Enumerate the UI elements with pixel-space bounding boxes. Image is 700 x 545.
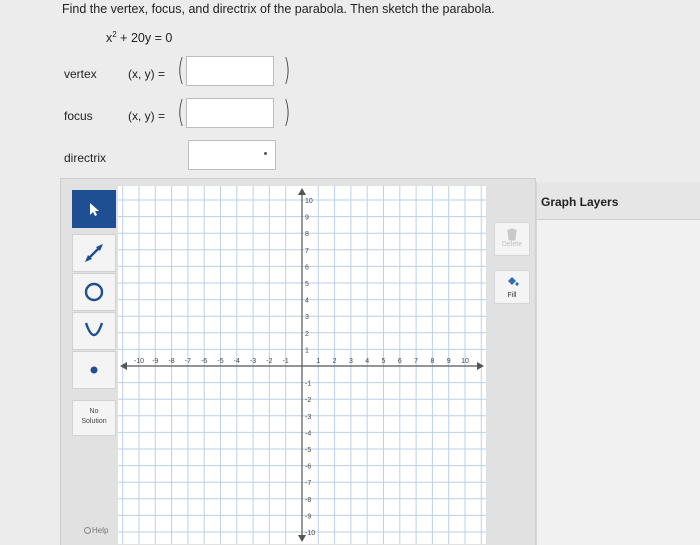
pointer-icon [90, 203, 99, 216]
y-tick-label: -3 [305, 414, 311, 421]
x-tick-label: -3 [250, 358, 256, 365]
y-tick-label: 3 [305, 314, 309, 321]
no-solution-line1: No [89, 408, 99, 415]
x-tick-label: 5 [382, 358, 386, 365]
fill-button[interactable]: Fill [494, 270, 530, 304]
point-icon [90, 366, 98, 374]
focus-label: focus [64, 109, 93, 123]
y-tick-label: -4 [305, 430, 311, 437]
x-tick-label: 8 [430, 358, 434, 365]
x-tick-label: -1 [283, 358, 289, 365]
delete-button[interactable]: Delete [494, 222, 530, 256]
y-tick-label: -7 [305, 480, 311, 487]
line-tool-button[interactable] [72, 234, 116, 272]
x-tick-label: -8 [168, 358, 174, 365]
y-tick-label: -2 [305, 397, 311, 404]
y-tick-label: 5 [305, 281, 309, 288]
vertex-open-paren: ( [177, 53, 185, 88]
graph-layers-panel: Graph Layers [536, 182, 700, 545]
x-tick-label: 3 [349, 358, 353, 365]
y-tick-label: 9 [305, 215, 309, 222]
x-tick-label: 4 [365, 358, 369, 365]
x-tick-label: 9 [447, 358, 451, 365]
y-tick-label: -8 [305, 497, 311, 504]
parabola-tool-button[interactable] [72, 312, 116, 350]
question-prompt: Find the vertex, focus, and directrix of… [62, 2, 495, 16]
y-tick-label: 6 [305, 264, 309, 271]
vertex-input[interactable] [186, 56, 274, 86]
no-solution-button[interactable]: No Solution [72, 400, 116, 436]
x-tick-label: -4 [234, 358, 240, 365]
x-tick-label: 7 [414, 358, 418, 365]
coordinate-grid[interactable]: -10 -9 -8 -7 -6 -5 -4 -3 -2 -1 1 2 3 4 5 6 7 8 9 10 10 9 8 7 6 5 4… [118, 186, 486, 544]
vertex-xy-label: (x, y) = [128, 67, 166, 81]
y-tick-label: 7 [305, 248, 309, 255]
focus-xy-label: (x, y) = [128, 109, 166, 123]
y-tick-label: 10 [305, 198, 313, 205]
directrix-label: directrix [64, 151, 107, 165]
x-axis-arrow-right [477, 362, 484, 370]
x-axis-arrow-left [120, 362, 127, 370]
vertex-label: vertex [64, 67, 97, 81]
y-tick-label: 4 [305, 298, 309, 305]
x-tick-label: -10 [134, 358, 144, 365]
y-tick-label: -6 [305, 464, 311, 471]
paint-bucket-icon [508, 277, 519, 286]
x-tick-label: 2 [333, 358, 337, 365]
delete-label: Delete [501, 241, 523, 248]
graph-layers-title: Graph Layers [537, 182, 700, 220]
y-tick-label: 2 [305, 331, 309, 338]
x-tick-label: 1 [316, 358, 320, 365]
y-tick-label: -10 [305, 530, 315, 537]
equation-rest: + 20y = 0 [116, 31, 173, 45]
trash-icon [507, 228, 517, 241]
x-tick-label: -2 [266, 358, 272, 365]
focus-close-paren: ) [283, 95, 291, 130]
help-label: Help [92, 526, 109, 535]
help-link[interactable]: Help [84, 526, 108, 535]
y-axis-arrow-up [298, 188, 306, 195]
point-tool-button[interactable] [72, 351, 116, 389]
x-tick-label: -7 [185, 358, 191, 365]
y-tick-label: 8 [305, 231, 309, 238]
x-tick-label: 10 [461, 358, 469, 365]
focus-input[interactable] [186, 98, 274, 128]
y-tick-label: 1 [305, 347, 309, 354]
focus-open-paren: ( [177, 95, 185, 130]
directrix-input[interactable] [188, 140, 276, 170]
parabola-equation: x2 + 20y = 0 [106, 30, 172, 45]
y-tick-label: -5 [305, 447, 311, 454]
vertex-close-paren: ) [283, 53, 291, 88]
parabola-icon [84, 322, 104, 337]
x-tick-label: -6 [201, 358, 207, 365]
x-tick-label: 6 [398, 358, 402, 365]
input-dot-marker [264, 152, 267, 155]
x-tick-label: -9 [152, 358, 158, 365]
graph-canvas[interactable]: -10 -9 -8 -7 -6 -5 -4 -3 -2 -1 1 2 3 4 5 6 7 8 9 10 10 9 8 7 6 5 4… [118, 186, 486, 544]
circle-icon [84, 282, 104, 302]
help-icon [84, 527, 91, 534]
fill-label: Fill [507, 292, 517, 299]
circle-tool-button[interactable] [72, 273, 116, 311]
y-tick-label: -1 [305, 381, 311, 388]
no-solution-line2: Solution [81, 418, 107, 425]
pointer-tool-button[interactable] [72, 190, 116, 228]
line-icon [85, 244, 103, 262]
y-tick-label: -9 [305, 513, 311, 520]
x-tick-label: -5 [217, 358, 223, 365]
